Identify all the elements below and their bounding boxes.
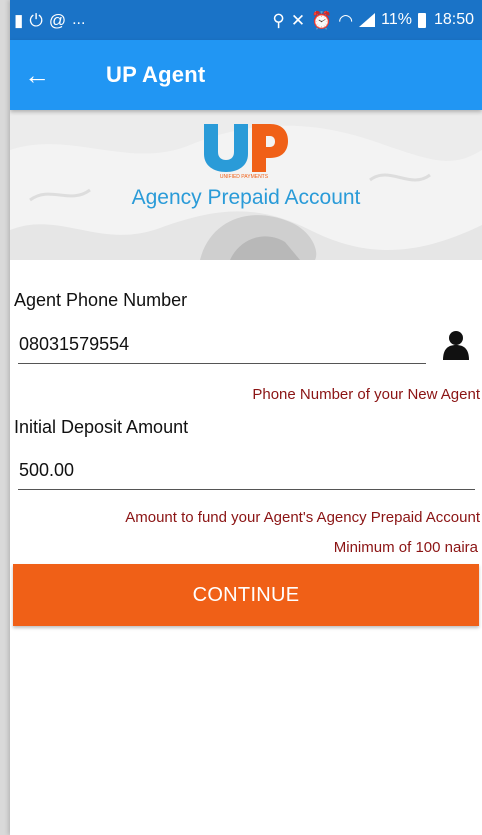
at-icon: @	[48, 10, 67, 30]
status-bar: ▮ ⏻ @ ... ⚲ ✕ ⏰ ◠ 11% 18:50	[10, 0, 482, 40]
app-bar: ← UP Agent	[10, 40, 482, 110]
phone-screen: ▮ ⏻ @ ... ⚲ ✕ ⏰ ◠ 11% 18:50 ← UP Agent U…	[10, 0, 482, 835]
phone-input[interactable]: 08031579554	[18, 330, 426, 364]
arrow-left-icon[interactable]: ←	[24, 62, 64, 88]
wifi-icon: ◠	[338, 10, 354, 30]
contact-picker-icon[interactable]	[442, 330, 470, 360]
phone-hint: Phone Number of your New Agent	[252, 386, 480, 403]
amount-input[interactable]: 500.00	[18, 456, 475, 490]
location-icon: ⚲	[272, 10, 285, 30]
battery-icon	[417, 12, 426, 28]
agent-form: Agent Phone Number 08031579554 Phone Num…	[10, 260, 482, 835]
continue-button[interactable]: CONTINUE	[13, 564, 479, 626]
phone-label: Agent Phone Number	[14, 290, 188, 310]
app-title: UP Agent	[106, 62, 206, 87]
amount-minimum-hint: Minimum of 100 naira	[333, 539, 478, 556]
banner-title: Agency Prepaid Account	[131, 186, 361, 209]
battery-percent: 11%	[381, 11, 412, 28]
status-more: ...	[72, 11, 86, 28]
status-time: 18:50	[433, 11, 474, 28]
banner: UNIFIED PAYMENTS Agency Prepaid Account	[10, 110, 482, 260]
power-icon: ⏻	[29, 10, 43, 30]
mute-icon: ✕	[290, 10, 306, 30]
status-left: ▮ ⏻ @ ...	[14, 11, 85, 29]
up-logo: UNIFIED PAYMENTS	[204, 124, 288, 180]
logo-subtitle: UNIFIED PAYMENTS	[220, 174, 269, 180]
amount-label: Initial Deposit Amount	[14, 417, 189, 437]
sim-alert-icon: ▮	[14, 10, 24, 30]
alarm-icon: ⏰	[311, 10, 333, 30]
signal-icon	[359, 13, 376, 27]
status-right: ⚲ ✕ ⏰ ◠ 11% 18:50	[272, 11, 474, 29]
amount-hint: Amount to fund your Agent's Agency Prepa…	[125, 509, 480, 526]
